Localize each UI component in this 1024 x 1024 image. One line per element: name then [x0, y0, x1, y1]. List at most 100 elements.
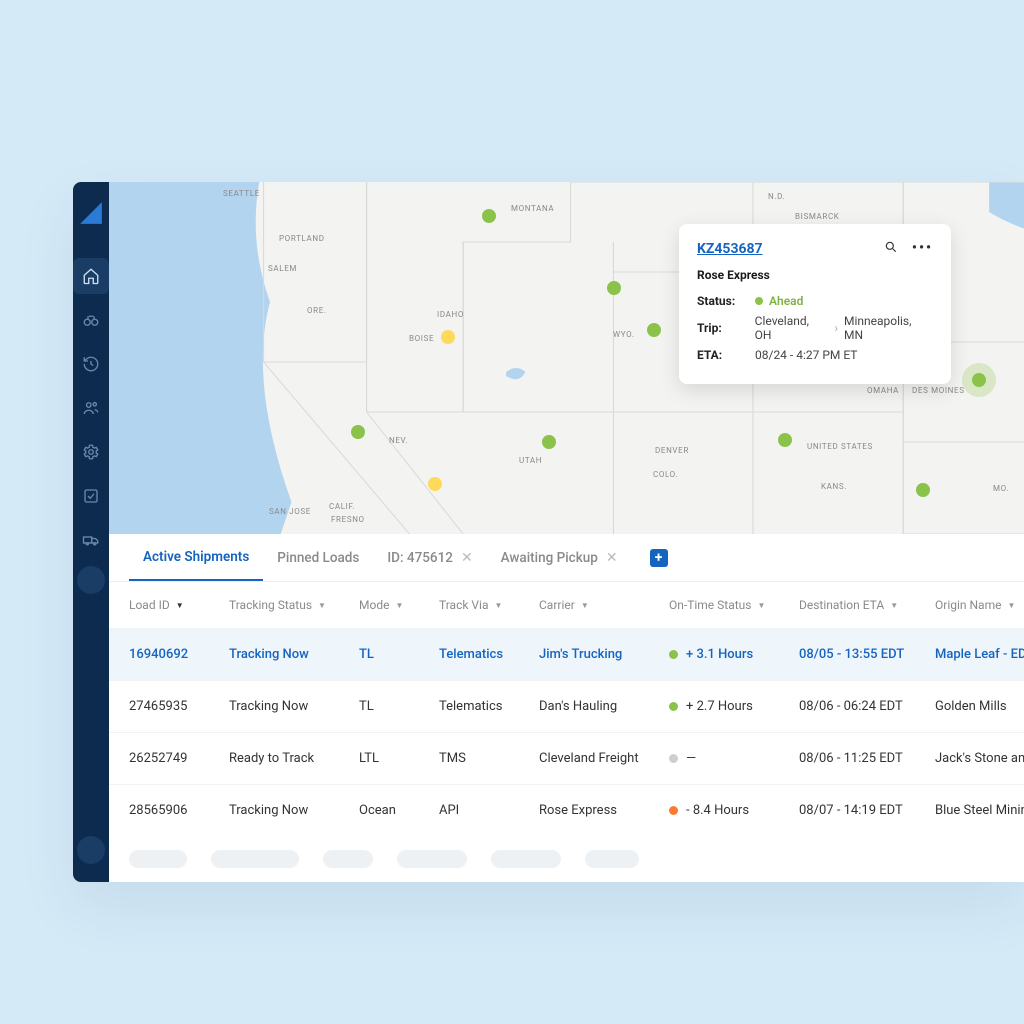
table-cell: Blue Steel Mining: [935, 803, 1024, 818]
search-icon[interactable]: [884, 240, 898, 258]
map-marker[interactable]: [441, 330, 455, 344]
map-marker[interactable]: [972, 373, 986, 387]
sort-icon: ▼: [757, 601, 765, 610]
nav-history[interactable]: [73, 346, 109, 382]
map-label: CALIF.: [329, 502, 355, 511]
table-row-loading: [109, 836, 1024, 882]
map-label: NEV.: [389, 436, 408, 445]
tabs-bar: Active ShipmentsPinned LoadsID: 475612✕A…: [109, 534, 1024, 582]
map-label: N.D.: [768, 192, 785, 201]
map-label: ORE.: [307, 306, 327, 315]
tab-label: Awaiting Pickup: [501, 550, 598, 566]
status-dot: [755, 297, 763, 305]
table-header: Load ID▼Tracking Status▼Mode▼Track Via▼C…: [109, 582, 1024, 628]
map-marker[interactable]: [607, 281, 621, 295]
nav-settings[interactable]: [73, 434, 109, 470]
nav-tasks[interactable]: [73, 478, 109, 514]
map-marker[interactable]: [542, 435, 556, 449]
tab-pinned-loads[interactable]: Pinned Loads: [263, 534, 373, 581]
table-cell: TMS: [439, 751, 539, 766]
status-label: Status:: [697, 294, 755, 308]
shipment-id-link[interactable]: KZ453687: [697, 241, 763, 257]
sort-icon: ▼: [318, 601, 326, 610]
map-marker[interactable]: [428, 477, 442, 491]
table-cell: Jack's Stone and: [935, 751, 1024, 766]
logo: [78, 200, 104, 226]
sort-icon: ▼: [1007, 601, 1015, 610]
users-icon: [82, 399, 100, 417]
map-label: MO.: [993, 484, 1009, 493]
table-cell: Rose Express: [539, 803, 669, 818]
sort-icon: ▼: [395, 601, 403, 610]
map-label: WYO.: [613, 330, 635, 339]
table-cell: 08/06 - 11:25 EDT: [799, 751, 935, 766]
table-row[interactable]: 27465935Tracking NowTLTelematicsDan's Ha…: [109, 680, 1024, 732]
map-label: Fresno: [331, 515, 365, 524]
column-header[interactable]: On-Time Status▼: [669, 598, 799, 612]
table-row[interactable]: 28565906Tracking NowOceanAPIRose Express…: [109, 784, 1024, 836]
map-label: Denver: [655, 446, 689, 455]
sort-icon: ▼: [495, 601, 503, 610]
table-cell: Cleveland Freight: [539, 751, 669, 766]
nav-trucks[interactable]: [73, 522, 109, 558]
map-marker[interactable]: [916, 483, 930, 497]
table-cell: + 2.7 Hours: [669, 699, 799, 714]
shipments-table: Load ID▼Tracking Status▼Mode▼Track Via▼C…: [109, 582, 1024, 882]
sort-icon: ▼: [890, 601, 898, 610]
tab-awaiting-pickup[interactable]: Awaiting Pickup ✕: [487, 534, 632, 581]
app-window: SeattleMONTANAN.D.BismarckPortlandIDAHOS…: [73, 182, 1024, 882]
table-row[interactable]: 16940692Tracking NowTLTelematicsJim's Tr…: [109, 628, 1024, 680]
trip-destination: Minneapolis, MN: [844, 314, 933, 342]
column-header[interactable]: Track Via▼: [439, 598, 539, 612]
tab-label: Active Shipments: [143, 549, 249, 565]
tab-label: Pinned Loads: [277, 550, 359, 566]
map-marker[interactable]: [482, 209, 496, 223]
map-label: Seattle: [223, 189, 260, 198]
map-label: Salem: [268, 264, 297, 273]
table-cell: 27465935: [129, 699, 229, 714]
more-icon[interactable]: •••: [912, 240, 933, 258]
status-dot: [669, 806, 678, 815]
map-marker[interactable]: [778, 433, 792, 447]
close-icon[interactable]: ✕: [461, 550, 473, 566]
trip-origin: Cleveland, OH: [755, 314, 829, 342]
map-marker[interactable]: [351, 425, 365, 439]
nav-binoculars[interactable]: [73, 302, 109, 338]
status-dot: [669, 650, 678, 659]
truck-icon: [82, 531, 100, 549]
close-icon[interactable]: ✕: [606, 550, 618, 566]
map-label: Bismarck: [795, 212, 839, 221]
column-header[interactable]: Tracking Status▼: [229, 598, 359, 612]
column-header[interactable]: Origin Name▼: [935, 598, 1024, 612]
table-cell: TL: [359, 647, 439, 662]
map-marker[interactable]: [647, 323, 661, 337]
map-label: San Jose: [269, 507, 311, 516]
tab-id-475612[interactable]: ID: 475612✕: [373, 534, 486, 581]
column-header[interactable]: Load ID▼: [129, 598, 229, 612]
chevron-right-icon: ›: [834, 321, 838, 335]
column-header[interactable]: Destination ETA▼: [799, 598, 935, 612]
map-label: MONTANA: [511, 204, 554, 213]
carrier-name: Rose Express: [697, 268, 933, 282]
table-cell: TL: [359, 699, 439, 714]
table-cell: Jim's Trucking: [539, 647, 669, 662]
add-tab-button[interactable]: +: [650, 549, 668, 567]
column-header[interactable]: Carrier▼: [539, 598, 669, 612]
table-row[interactable]: 26252749Ready to TrackLTLTMSCleveland Fr…: [109, 732, 1024, 784]
map[interactable]: SeattleMONTANAN.D.BismarckPortlandIDAHOS…: [109, 182, 1024, 534]
binoculars-icon: [82, 311, 100, 329]
sort-icon: ▼: [581, 601, 589, 610]
eta-value: 08/24 - 4:27 PM ET: [755, 348, 857, 362]
nav-home[interactable]: [73, 258, 109, 294]
nav-users[interactable]: [73, 390, 109, 426]
map-label: COLO.: [653, 470, 678, 479]
avatar-placeholder-1[interactable]: [77, 566, 105, 594]
column-header[interactable]: Mode▼: [359, 598, 439, 612]
map-label: UTAH: [519, 456, 542, 465]
history-icon: [82, 355, 100, 373]
tab-active-shipments[interactable]: Active Shipments: [129, 534, 263, 581]
avatar-placeholder-2[interactable]: [77, 836, 105, 864]
table-cell: LTL: [359, 751, 439, 766]
eta-label: ETA:: [697, 348, 755, 362]
shipment-info-card: KZ453687 ••• Rose Express Status: Ahead: [679, 224, 951, 384]
